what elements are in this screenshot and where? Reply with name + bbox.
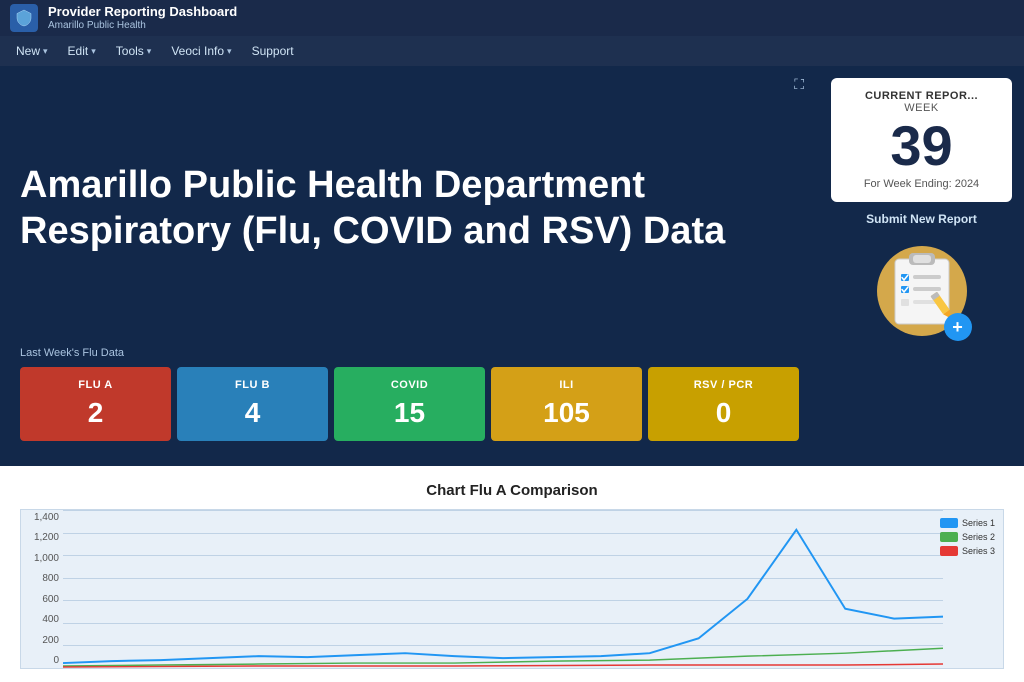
nav-veoci[interactable]: Veoci Info ▾ [163,40,239,62]
y-label-1200: 1,200 [21,532,59,543]
y-label-1400: 1,400 [21,512,59,523]
nav-edit-arrow: ▾ [91,46,96,57]
topbar: Provider Reporting Dashboard Amarillo Pu… [0,0,1024,36]
app-logo [10,4,38,32]
app-title: Provider Reporting Dashboard [48,4,237,20]
legend-color-2 [940,532,958,542]
submit-new-report[interactable]: Submit New Report [866,212,977,226]
legend-item-2: Series 2 [940,532,995,542]
y-label-200: 200 [21,635,59,646]
nav-support-label: Support [252,44,294,58]
legend-item-3: Series 3 [940,546,995,556]
tile-flu-a-value: 2 [28,397,163,429]
nav-support[interactable]: Support [244,40,302,62]
for-week-ending: For Week Ending: 2024 [847,178,996,190]
expand-icon[interactable]: ⛶ [794,76,804,93]
hero-title: Amarillo Public Health Department Respir… [20,86,799,332]
y-label-1000: 1,000 [21,553,59,564]
nav-new-label: New [16,44,40,58]
current-report-label: CURRENT REPOR... [847,90,996,102]
tile-covid-value: 15 [342,397,477,429]
chart-legend: Series 1 Series 2 Series 3 [940,518,995,556]
nav-edit[interactable]: Edit ▾ [60,40,104,62]
y-axis: 1,400 1,200 1,000 800 600 400 200 0 [21,510,63,668]
week-card: CURRENT REPOR... WEEK 39 For Week Ending… [831,78,1012,202]
y-label-400: 400 [21,614,59,625]
tile-ili: ILI 105 [491,367,642,441]
tile-flu-a: FLU A 2 [20,367,171,441]
data-label: Last Week's Flu Data [20,347,799,359]
legend-label-1: Series 1 [962,518,995,528]
legend-item-1: Series 1 [940,518,995,528]
tile-rsv-value: 0 [656,397,791,429]
chart-section: Chart Flu A Comparison 1,400 1,200 1,000… [0,466,1024,682]
hero-section: Amarillo Public Health Department Respir… [0,66,819,466]
tile-flu-b: FLU B 4 [177,367,328,441]
nav-veoci-label: Veoci Info [171,44,224,58]
main-area: Amarillo Public Health Department Respir… [0,66,1024,466]
legend-label-3: Series 3 [962,546,995,556]
tile-covid: COVID 15 [334,367,485,441]
navbar: New ▾ Edit ▾ Tools ▾ Veoci Info ▾ Suppor… [0,36,1024,66]
week-label: WEEK [847,102,996,114]
week-number: 39 [847,118,996,174]
tile-rsv: RSV / PCR 0 [648,367,799,441]
tile-flu-b-label: FLU B [185,379,320,391]
tile-ili-label: ILI [499,379,634,391]
legend-color-3 [940,546,958,556]
y-label-600: 600 [21,594,59,605]
right-panel: CURRENT REPOR... WEEK 39 For Week Ending… [819,66,1024,466]
nav-tools-arrow: ▾ [147,46,152,57]
chart-title: Chart Flu A Comparison [20,482,1004,499]
clipboard-graphic: + [867,236,977,346]
data-tiles: FLU A 2 FLU B 4 COVID 15 ILI 105 RSV / P… [20,367,799,441]
nav-tools-label: Tools [116,44,144,58]
nav-new[interactable]: New ▾ [8,40,56,62]
y-label-800: 800 [21,573,59,584]
tile-covid-label: COVID [342,379,477,391]
tile-ili-value: 105 [499,397,634,429]
y-label-0: 0 [21,655,59,666]
app-subtitle: Amarillo Public Health [48,20,237,32]
tile-flu-b-value: 4 [185,397,320,429]
nav-new-arrow: ▾ [43,46,48,57]
nav-tools[interactable]: Tools ▾ [108,40,160,62]
tile-rsv-label: RSV / PCR [656,379,791,391]
app-title-block: Provider Reporting Dashboard Amarillo Pu… [48,4,237,32]
legend-label-2: Series 2 [962,532,995,542]
chart-plot [63,510,943,668]
chart-svg [63,510,943,668]
nav-edit-label: Edit [68,44,89,58]
legend-color-1 [940,518,958,528]
add-report-button[interactable]: + [944,313,972,341]
tile-flu-a-label: FLU A [28,379,163,391]
nav-veoci-arrow: ▾ [227,46,232,57]
chart-area: 1,400 1,200 1,000 800 600 400 200 0 [20,509,1004,669]
